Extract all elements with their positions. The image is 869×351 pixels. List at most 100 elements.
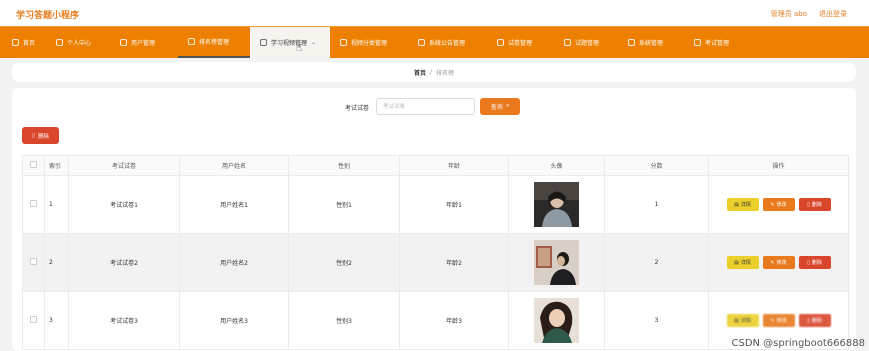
edit-icon: ✎ bbox=[770, 201, 775, 208]
detail-button[interactable]: ▤ 详情 bbox=[726, 256, 759, 269]
gender-cell: 性别1 bbox=[288, 175, 400, 234]
ranking-table: 索引 考试试卷 用户姓名 性别 年龄 头像 分数 操作 1 考试试卷1 用户姓名… bbox=[22, 155, 849, 350]
score-cell: 3 bbox=[604, 291, 709, 350]
detail-label: 详情 bbox=[740, 318, 751, 324]
avatar-cell bbox=[508, 175, 605, 234]
delete-label: 删除 bbox=[811, 202, 822, 208]
edit-icon: ✎ bbox=[770, 317, 775, 324]
detail-icon: ▤ bbox=[734, 317, 739, 324]
batch-delete-button[interactable]: ▯ 删除 bbox=[22, 127, 59, 144]
edit-button[interactable]: ✎ 修改 bbox=[762, 198, 795, 211]
avatar bbox=[534, 240, 579, 285]
select-all-cell[interactable] bbox=[22, 155, 45, 176]
nav-users[interactable]: 用户管理 bbox=[120, 27, 155, 58]
breadcrumb-home[interactable]: 首页 bbox=[414, 68, 426, 77]
avatar bbox=[534, 182, 579, 227]
table-row: 1 考试试卷1 用户姓名1 性别1 年龄1 1 ▤ 详情 ✎ 修改 ▯ 删除 bbox=[22, 175, 849, 234]
breadcrumb: 首页 / 排名榜 bbox=[12, 62, 856, 82]
edit-button[interactable]: ✎ 修改 bbox=[762, 256, 795, 269]
column-header: 用户姓名 bbox=[179, 155, 289, 176]
top-header: 学习答题小程序 管理员 abo 退出登录 bbox=[0, 0, 869, 26]
header-user-area: 管理员 abo 退出登录 bbox=[771, 9, 847, 19]
age-cell: 年龄1 bbox=[399, 175, 509, 234]
column-header: 头像 bbox=[508, 155, 605, 176]
column-header: 索引 bbox=[44, 155, 69, 176]
detail-icon: ▤ bbox=[734, 201, 739, 208]
select-all-checkbox[interactable] bbox=[30, 161, 37, 168]
detail-icon: ▤ bbox=[734, 259, 739, 266]
user-icon bbox=[56, 39, 63, 46]
delete-button[interactable]: ▯ 删除 bbox=[798, 198, 831, 211]
nav-video-category[interactable]: 视频分类管理 bbox=[340, 27, 387, 58]
nav-label: 系统公告管理 bbox=[429, 40, 466, 47]
nav-label: 个人中心 bbox=[67, 40, 92, 47]
category-icon bbox=[340, 39, 347, 46]
gender-cell: 性别2 bbox=[288, 233, 400, 292]
search-button[interactable]: 查询 ⌕ bbox=[480, 98, 520, 115]
column-header: 考试试卷 bbox=[68, 155, 180, 176]
score-cell: 1 bbox=[604, 175, 709, 234]
nav-ranking[interactable]: 排名榜管理 bbox=[178, 27, 250, 58]
search-input[interactable] bbox=[376, 98, 475, 115]
nav-label: 视频分类管理 bbox=[351, 40, 388, 47]
trash-icon: ▯ bbox=[807, 317, 810, 324]
chevron-down-icon: ⌄ bbox=[311, 39, 317, 46]
delete-button[interactable]: ▯ 删除 bbox=[798, 314, 831, 327]
paper-icon bbox=[497, 39, 504, 46]
nav-video[interactable]: 学习视频管理 ⌄ bbox=[250, 27, 330, 58]
app-title: 学习答题小程序 bbox=[16, 11, 80, 21]
trash-icon: ▯ bbox=[807, 259, 810, 266]
avatar-cell bbox=[508, 291, 605, 350]
edit-label: 修改 bbox=[776, 318, 787, 324]
row-checkbox[interactable] bbox=[30, 316, 37, 323]
nav-label: 考试管理 bbox=[705, 40, 730, 47]
row-select-cell bbox=[22, 291, 45, 350]
nav-paper[interactable]: 试卷管理 bbox=[497, 27, 532, 58]
nav-home[interactable]: 首页 bbox=[12, 27, 35, 58]
nav-question[interactable]: 试题管理 bbox=[564, 27, 599, 58]
nav-label: 用户管理 bbox=[131, 40, 156, 47]
name-cell: 用户姓名3 bbox=[179, 291, 289, 350]
ranking-icon bbox=[188, 38, 195, 45]
row-checkbox[interactable] bbox=[30, 258, 37, 265]
video-icon bbox=[260, 39, 267, 46]
detail-button[interactable]: ▤ 详情 bbox=[726, 314, 759, 327]
table-header-row: 索引 考试试卷 用户姓名 性别 年龄 头像 分数 操作 bbox=[22, 155, 849, 176]
row-select-cell bbox=[22, 233, 45, 292]
logout-link[interactable]: 退出登录 bbox=[819, 9, 847, 19]
batch-delete-label: 删除 bbox=[38, 133, 50, 140]
current-user[interactable]: 管理员 abo bbox=[771, 9, 807, 19]
gender-cell: 性别3 bbox=[288, 291, 400, 350]
search-label: 考试试卷 bbox=[345, 105, 370, 112]
table-row: 2 考试试卷2 用户姓名2 性别2 年龄2 2 ▤ 详情 ✎ 修改 ▯ 删除 bbox=[22, 233, 849, 292]
column-header: 性别 bbox=[288, 155, 400, 176]
row-checkbox[interactable] bbox=[30, 200, 37, 207]
nav-label: 试题管理 bbox=[575, 40, 600, 47]
nav-system[interactable]: 系统管理 bbox=[628, 27, 663, 58]
search-icon: ⌕ bbox=[505, 103, 510, 109]
breadcrumb-current: 排名榜 bbox=[436, 69, 455, 77]
users-icon bbox=[120, 39, 127, 46]
index-cell: 1 bbox=[44, 175, 69, 234]
paper-cell: 考试试卷2 bbox=[68, 233, 180, 292]
index-cell: 2 bbox=[44, 233, 69, 292]
notice-icon bbox=[418, 39, 425, 46]
question-icon bbox=[564, 39, 571, 46]
edit-icon: ✎ bbox=[770, 259, 775, 266]
nav-exam[interactable]: 考试管理 bbox=[694, 27, 729, 58]
nav-profile[interactable]: 个人中心 bbox=[56, 27, 91, 58]
edit-label: 修改 bbox=[776, 202, 787, 208]
detail-label: 详情 bbox=[740, 260, 751, 266]
avatar-cell bbox=[508, 233, 605, 292]
watermark: CSDN @springboot666888 bbox=[731, 338, 865, 349]
search-button-label: 查询 bbox=[490, 105, 503, 111]
nav-label: 系统管理 bbox=[639, 40, 664, 47]
nav-notice[interactable]: 系统公告管理 bbox=[418, 27, 465, 58]
paper-cell: 考试试卷3 bbox=[68, 291, 180, 350]
actions-cell: ▤ 详情 ✎ 修改 ▯ 删除 bbox=[708, 175, 849, 234]
column-header: 分数 bbox=[604, 155, 709, 176]
delete-button[interactable]: ▯ 删除 bbox=[798, 256, 831, 269]
main-nav: 首页 个人中心 用户管理 排名榜管理 学习视频管理 ⌄ 视频分类管理 系统公告管… bbox=[0, 26, 869, 58]
edit-button[interactable]: ✎ 修改 bbox=[762, 314, 795, 327]
detail-button[interactable]: ▤ 详情 bbox=[726, 198, 759, 211]
